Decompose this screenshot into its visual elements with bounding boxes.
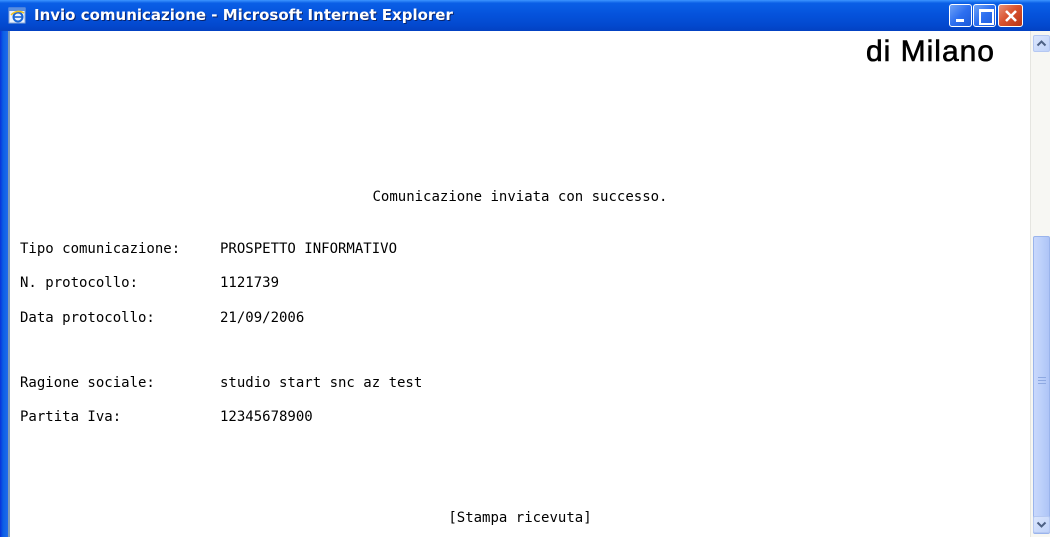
field-value-tipo-comunicazione: PROSPETTO INFORMATIVO bbox=[220, 241, 398, 257]
scroll-up-icon bbox=[1036, 40, 1047, 47]
browser-window: Invio comunicazione - Microsoft Internet… bbox=[0, 0, 1050, 537]
minimize-button[interactable] bbox=[949, 4, 972, 27]
field-label-partita-iva: Partita Iva: bbox=[20, 409, 122, 425]
vertical-scrollbar[interactable] bbox=[1030, 31, 1050, 537]
scroll-down-icon bbox=[1036, 521, 1047, 528]
close-icon bbox=[1005, 10, 1017, 22]
page-content: di Milano Comunicazione inviata con succ… bbox=[10, 31, 1030, 537]
scroll-thumb[interactable] bbox=[1033, 236, 1050, 534]
ie-icon bbox=[8, 6, 27, 25]
title-bar[interactable]: Invio comunicazione - Microsoft Internet… bbox=[0, 0, 1050, 31]
logo-text: di Milano bbox=[865, 35, 995, 69]
field-label-tipo-comunicazione: Tipo comunicazione: bbox=[20, 241, 181, 257]
field-value-data-protocollo: 21/09/2006 bbox=[220, 310, 305, 326]
close-button[interactable] bbox=[998, 4, 1023, 27]
print-receipt-link[interactable]: [Stampa ricevuta] bbox=[10, 510, 1030, 526]
field-value-ragione-sociale: studio start snc az test bbox=[220, 375, 423, 391]
window-title: Invio comunicazione - Microsoft Internet… bbox=[34, 6, 453, 24]
maximize-button[interactable] bbox=[973, 4, 996, 27]
window-frame-left bbox=[0, 31, 8, 537]
success-message: Comunicazione inviata con successo. bbox=[372, 189, 668, 205]
scroll-down-button[interactable] bbox=[1033, 516, 1050, 533]
logo: di Milano bbox=[811, 31, 1015, 95]
field-label-ragione-sociale: Ragione sociale: bbox=[20, 375, 155, 391]
scroll-up-button[interactable] bbox=[1033, 35, 1050, 52]
scroll-grip-icon bbox=[1038, 377, 1046, 385]
field-label-n-protocollo: N. protocollo: bbox=[20, 275, 139, 291]
field-value-n-protocollo: 1121739 bbox=[220, 275, 280, 291]
field-value-partita-iva: 12345678900 bbox=[220, 409, 313, 425]
field-label-data-protocollo: Data protocollo: bbox=[20, 310, 155, 326]
